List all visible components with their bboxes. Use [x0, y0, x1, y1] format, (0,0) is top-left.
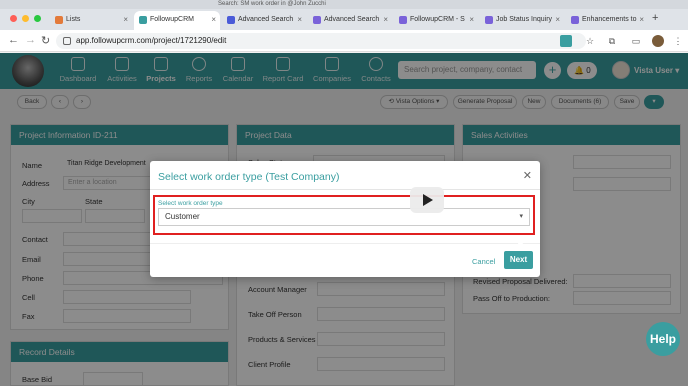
- close-window-icon[interactable]: [10, 15, 17, 22]
- lists-favicon-icon: [55, 16, 63, 24]
- close-tab-icon[interactable]: ×: [555, 12, 560, 28]
- play-icon[interactable]: [410, 187, 444, 213]
- tab-label: Advanced Search: [238, 16, 294, 23]
- work-order-type-modal: Select work order type (Test Company) ✕ …: [150, 161, 540, 277]
- gear-favicon-icon: [313, 16, 321, 24]
- browser-tab[interactable]: Enhancements to ×: [566, 12, 648, 28]
- browser-tab[interactable]: Advanced Search ×: [222, 12, 306, 28]
- gear-favicon-icon: [485, 16, 493, 24]
- browser-tab[interactable]: Advanced Search ×: [308, 12, 392, 28]
- bookmark-star-icon[interactable]: ☆: [584, 35, 596, 47]
- gear-favicon-icon: [399, 16, 407, 24]
- profile-avatar-icon[interactable]: [652, 35, 664, 47]
- close-tab-icon[interactable]: ×: [211, 11, 216, 29]
- close-tab-icon[interactable]: ×: [469, 12, 474, 28]
- close-tab-icon[interactable]: ×: [297, 12, 302, 28]
- omnibox-search-hint: Search: SM work order in @John Zucchi: [218, 1, 326, 7]
- help-button[interactable]: Help: [646, 322, 680, 356]
- divider: [150, 189, 540, 190]
- modal-title: Select work order type (Test Company): [158, 171, 340, 183]
- forward-arrow-icon[interactable]: →: [25, 34, 36, 46]
- close-icon[interactable]: ✕: [523, 169, 532, 182]
- next-button[interactable]: Next: [504, 251, 533, 269]
- url-text: app.followupcrm.com/project/1721290/edit: [76, 36, 227, 45]
- chevron-down-icon: ▾: [519, 213, 523, 220]
- followupcrm-favicon-icon: [139, 16, 147, 24]
- reload-icon[interactable]: ↻: [41, 34, 50, 47]
- lock-icon: [63, 37, 71, 45]
- window-controls: [10, 15, 41, 22]
- back-arrow-icon[interactable]: ←: [8, 34, 19, 46]
- tab-label: Job Status Inquiry: [496, 16, 553, 23]
- tab-label: FollowupCRM: [150, 16, 194, 23]
- puzzle-icon[interactable]: ⧉: [606, 35, 618, 47]
- tab-label: Lists: [66, 16, 81, 23]
- url-field[interactable]: app.followupcrm.com/project/1721290/edit: [56, 33, 586, 49]
- select-label: Select work order type: [158, 200, 223, 207]
- selected-value: Customer: [165, 212, 200, 221]
- close-tab-icon[interactable]: ×: [383, 12, 388, 28]
- address-bar-row: ← → ↻ app.followupcrm.com/project/172129…: [0, 30, 688, 52]
- maximize-window-icon[interactable]: [34, 15, 41, 22]
- work-order-type-select[interactable]: Customer ▾: [158, 208, 530, 226]
- cancel-button[interactable]: Cancel: [472, 257, 495, 266]
- browser-tab[interactable]: Lists ×: [50, 12, 132, 28]
- divider: [150, 243, 540, 244]
- sidepanel-icon[interactable]: ▭: [630, 35, 642, 47]
- more-menu-icon[interactable]: ⋮: [672, 35, 684, 47]
- tab-label: FollowupCRM - S: [410, 16, 465, 23]
- tab-label: Advanced Search: [324, 16, 380, 23]
- browser-tab-active[interactable]: FollowupCRM ×: [134, 11, 220, 30]
- minimize-window-icon[interactable]: [22, 15, 29, 22]
- browser-tab[interactable]: FollowupCRM - S ×: [394, 12, 478, 28]
- new-tab-button[interactable]: +: [652, 12, 658, 24]
- close-tab-icon[interactable]: ×: [639, 12, 644, 28]
- browser-tab[interactable]: Job Status Inquiry ×: [480, 12, 564, 28]
- extension-icon[interactable]: [560, 35, 572, 47]
- tab-label: Enhancements to: [582, 16, 637, 23]
- gear-favicon-icon: [571, 16, 579, 24]
- app-favicon-icon: [227, 16, 235, 24]
- close-tab-icon[interactable]: ×: [123, 12, 128, 28]
